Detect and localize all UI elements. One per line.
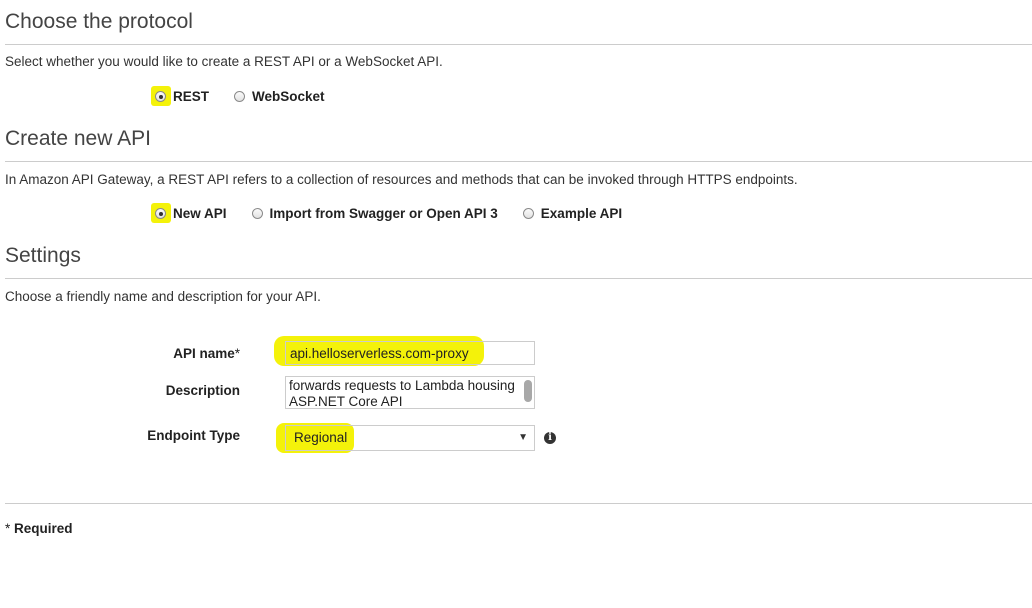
protocol-divider [5, 44, 1032, 45]
endpoint-type-label: Endpoint Type [147, 428, 240, 443]
radio-import-swagger[interactable]: Import from Swagger or Open API 3 [249, 205, 498, 222]
settings-description: Choose a friendly name and description f… [5, 289, 321, 304]
radio-new-api-button[interactable] [155, 208, 166, 219]
create-api-radio-group: New API Import from Swagger or Open API … [151, 203, 644, 223]
description-textarea[interactable]: forwards requests to Lambda housing ASP.… [285, 376, 535, 409]
endpoint-type-select[interactable]: Regional ▼ [285, 425, 535, 451]
settings-heading: Settings [5, 244, 81, 267]
api-name-input[interactable] [285, 341, 535, 365]
radio-rest-label: REST [173, 89, 210, 104]
protocol-heading: Choose the protocol [5, 10, 193, 33]
settings-divider [5, 278, 1032, 279]
protocol-description: Select whether you would like to create … [5, 54, 443, 69]
radio-websocket-button[interactable] [234, 91, 246, 102]
api-name-label: API name* [173, 346, 240, 361]
chevron-down-icon: ▼ [518, 432, 528, 443]
radio-websocket[interactable]: WebSocket [231, 88, 325, 105]
description-label: Description [165, 383, 240, 398]
radio-example-api-label: Example API [540, 206, 623, 221]
radio-rest[interactable]: REST [151, 86, 210, 106]
info-icon[interactable]: i [544, 432, 556, 444]
description-text: forwards requests to Lambda housing ASP.… [289, 378, 515, 409]
description-scrollbar[interactable] [524, 380, 532, 402]
required-asterisk: * [234, 346, 240, 361]
create-api-heading: Create new API [5, 127, 151, 150]
radio-import-swagger-button[interactable] [251, 208, 263, 219]
create-api-description: In Amazon API Gateway, a REST API refers… [5, 172, 798, 187]
radio-new-api[interactable]: New API [151, 203, 227, 223]
radio-rest-button[interactable] [155, 91, 166, 102]
radio-websocket-label: WebSocket [252, 89, 325, 104]
radio-new-api-label: New API [173, 206, 227, 221]
required-note: * Required [5, 521, 73, 536]
radio-import-swagger-label: Import from Swagger or Open API 3 [269, 206, 498, 221]
footer-divider [5, 503, 1032, 504]
create-api-divider [5, 161, 1032, 162]
protocol-radio-group: REST WebSocket [151, 86, 347, 106]
endpoint-type-value: Regional [294, 430, 348, 445]
radio-example-api-button[interactable] [522, 208, 534, 219]
radio-example-api[interactable]: Example API [520, 205, 622, 222]
